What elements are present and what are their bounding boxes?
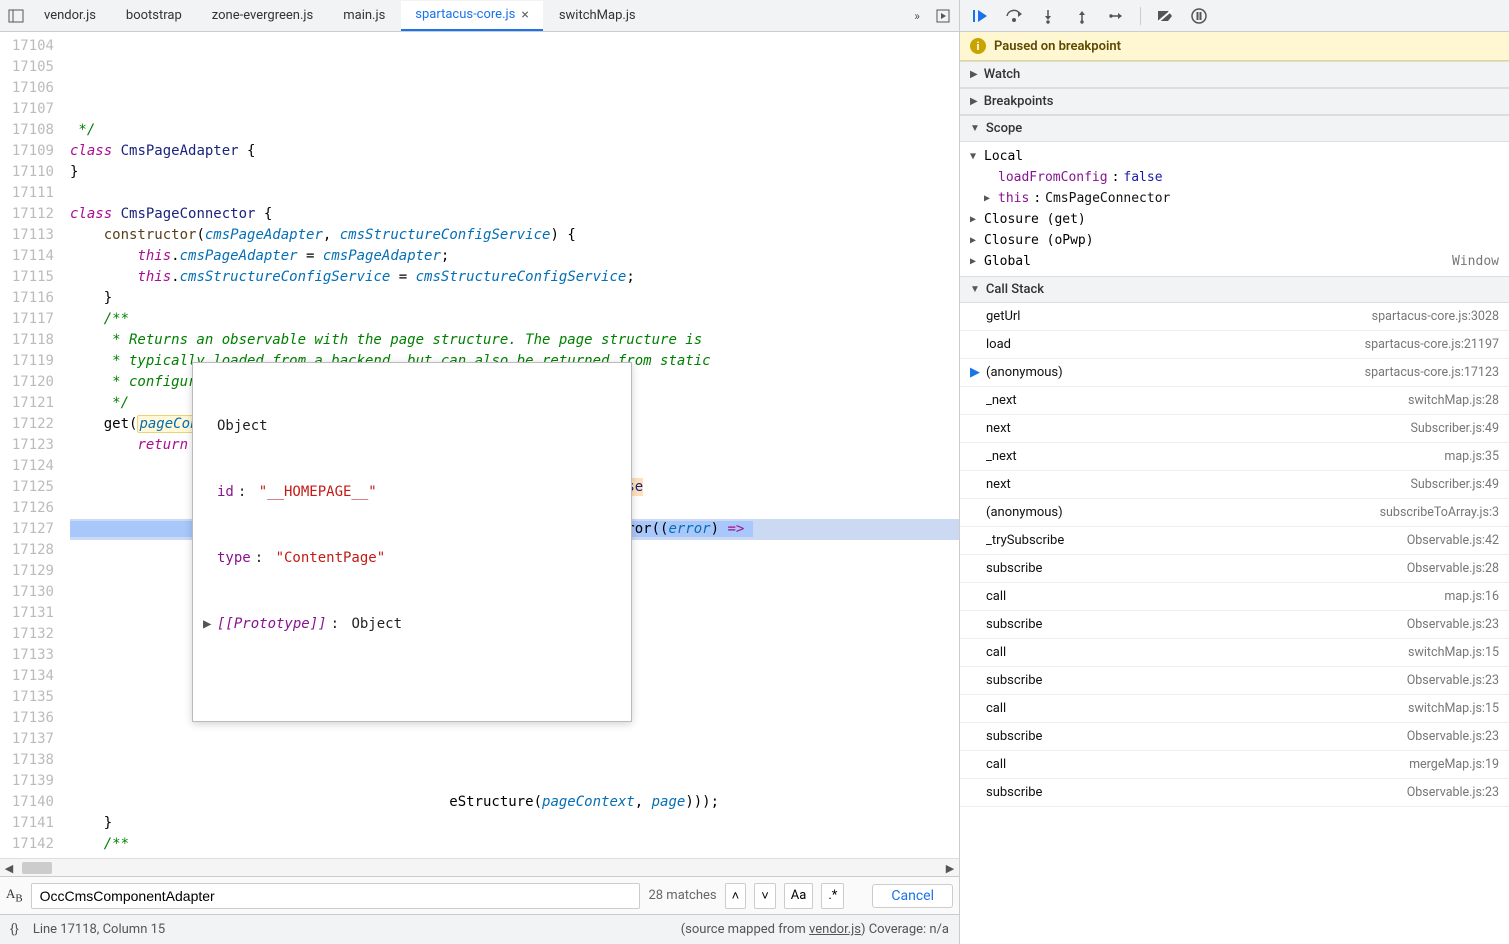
debugger-toolbar xyxy=(960,0,1509,32)
value-tooltip[interactable]: Object id: "__HOMEPAGE__" type: "Content… xyxy=(192,362,632,722)
tooltip-value: "__HOMEPAGE__" xyxy=(259,481,377,503)
tooltip-value: Object xyxy=(351,613,402,635)
step-into-icon[interactable] xyxy=(1038,6,1058,26)
resume-icon[interactable] xyxy=(970,6,990,26)
debugger-panel: i Paused on breakpoint ▶Watch ▶Breakpoin… xyxy=(960,0,1509,944)
section-callstack[interactable]: ▼Call Stack xyxy=(960,276,1509,303)
source-map-info: (source mapped from vendor.js) Coverage:… xyxy=(681,922,949,937)
match-count: 28 matches xyxy=(648,888,716,903)
scroll-thumb[interactable] xyxy=(22,862,52,874)
code-editor[interactable]: 1710417105171061710717108171091711017111… xyxy=(0,32,959,858)
code-content[interactable]: */class CmsPageAdapter {} class CmsPageC… xyxy=(62,32,959,858)
callstack-frame[interactable]: _nextmap.js:35 xyxy=(960,443,1509,471)
callstack-frame[interactable]: ▶(anonymous)spartacus-core.js:17123 xyxy=(960,359,1509,387)
scope-var[interactable]: loadFromConfig: false xyxy=(960,167,1509,188)
tab-label: switchMap.js xyxy=(559,8,636,23)
source-panel: vendor.js bootstrap zone-evergreen.js ma… xyxy=(0,0,960,944)
callstack-frame[interactable]: callmergeMap.js:19 xyxy=(960,751,1509,779)
tab-vendor-js[interactable]: vendor.js xyxy=(30,2,110,29)
callstack-frame[interactable]: _trySubscribeObservable.js:42 xyxy=(960,527,1509,555)
callstack-frame[interactable]: loadspartacus-core.js:21197 xyxy=(960,331,1509,359)
find-bar: AB 28 matches ˄ ˅ Aa .* Cancel xyxy=(0,876,959,914)
callstack-frame[interactable]: callswitchMap.js:15 xyxy=(960,695,1509,723)
scope-local[interactable]: ▼Local xyxy=(960,146,1509,167)
navigator-toggle-icon[interactable] xyxy=(4,4,28,28)
callstack-frame[interactable]: (anonymous)subscribeToArray.js:3 xyxy=(960,499,1509,527)
tab-label: spartacus-core.js xyxy=(415,7,515,22)
close-icon[interactable]: × xyxy=(521,7,528,23)
callstack-frame[interactable]: subscribeObservable.js:23 xyxy=(960,779,1509,807)
scope-closure[interactable]: ▶Closure (get) xyxy=(960,209,1509,230)
tabs-overflow-icon[interactable]: » xyxy=(905,4,929,28)
scroll-right-icon[interactable]: ▶ xyxy=(943,861,957,875)
paused-text: Paused on breakpoint xyxy=(994,39,1121,54)
scope-var[interactable]: ▶this: CmsPageConnector xyxy=(960,188,1509,209)
tooltip-key: type xyxy=(217,547,251,569)
step-out-icon[interactable] xyxy=(1072,6,1092,26)
section-scope[interactable]: ▼Scope xyxy=(960,115,1509,142)
source-map-link[interactable]: vendor.js xyxy=(809,922,861,937)
step-icon[interactable] xyxy=(1106,6,1126,26)
callstack-frame[interactable]: subscribeObservable.js:28 xyxy=(960,555,1509,583)
search-input[interactable] xyxy=(31,883,641,909)
callstack-body: getUrlspartacus-core.js:3028loadspartacu… xyxy=(960,303,1509,807)
line-number-gutter[interactable]: 1710417105171061710717108171091711017111… xyxy=(0,32,62,858)
section-breakpoints[interactable]: ▶Breakpoints xyxy=(960,88,1509,115)
scope-closure[interactable]: ▶Closure (oPwp) xyxy=(960,230,1509,251)
match-case-button[interactable]: Aa xyxy=(784,883,814,909)
callstack-frame[interactable]: getUrlspartacus-core.js:3028 xyxy=(960,303,1509,331)
tooltip-key: id xyxy=(217,481,234,503)
pause-on-exceptions-icon[interactable] xyxy=(1189,6,1209,26)
section-watch[interactable]: ▶Watch xyxy=(960,61,1509,88)
info-icon: i xyxy=(970,38,986,54)
tabs-menu-icon[interactable] xyxy=(931,4,955,28)
cursor-location: Line 17118, Column 15 xyxy=(33,922,165,937)
tab-label: main.js xyxy=(343,8,385,23)
tab-bootstrap[interactable]: bootstrap xyxy=(112,2,196,29)
callstack-frame[interactable]: nextSubscriber.js:49 xyxy=(960,471,1509,499)
step-over-icon[interactable] xyxy=(1004,6,1024,26)
callstack-frame[interactable]: callmap.js:16 xyxy=(960,583,1509,611)
pretty-print-icon[interactable]: {} xyxy=(10,922,19,937)
tooltip-title: Object xyxy=(217,415,268,437)
status-bar: {} Line 17118, Column 15 (source mapped … xyxy=(0,914,959,944)
tab-label: bootstrap xyxy=(126,8,182,23)
paused-banner: i Paused on breakpoint xyxy=(960,32,1509,61)
callstack-frame[interactable]: subscribeObservable.js:23 xyxy=(960,667,1509,695)
horizontal-scrollbar[interactable]: ◀ ▶ xyxy=(0,858,959,876)
tooltip-value: "ContentPage" xyxy=(276,547,386,569)
tab-label: vendor.js xyxy=(44,8,96,23)
tooltip-key[interactable]: [[Prototype]] xyxy=(217,613,327,635)
scope-global[interactable]: ▶Global Window xyxy=(960,251,1509,272)
tab-bar: vendor.js bootstrap zone-evergreen.js ma… xyxy=(0,0,959,32)
find-mode-icon[interactable]: AB xyxy=(6,886,23,905)
scope-body: ▼Local loadFromConfig: false ▶this: CmsP… xyxy=(960,142,1509,276)
prev-match-button[interactable]: ˄ xyxy=(725,883,747,909)
tab-spartacus-core[interactable]: spartacus-core.js × xyxy=(401,1,543,31)
callstack-frame[interactable]: callswitchMap.js:15 xyxy=(960,639,1509,667)
tab-zone-evergreen[interactable]: zone-evergreen.js xyxy=(198,2,327,29)
deactivate-breakpoints-icon[interactable] xyxy=(1155,6,1175,26)
cancel-button[interactable]: Cancel xyxy=(872,884,953,908)
callstack-frame[interactable]: _nextswitchMap.js:28 xyxy=(960,387,1509,415)
next-match-button[interactable]: ˅ xyxy=(754,883,776,909)
tab-switchmap[interactable]: switchMap.js xyxy=(545,2,650,29)
callstack-frame[interactable]: nextSubscriber.js:49 xyxy=(960,415,1509,443)
tab-label: zone-evergreen.js xyxy=(212,8,313,23)
scroll-left-icon[interactable]: ◀ xyxy=(2,861,16,875)
callstack-frame[interactable]: subscribeObservable.js:23 xyxy=(960,611,1509,639)
tab-main-js[interactable]: main.js xyxy=(329,2,399,29)
regex-button[interactable]: .* xyxy=(821,883,844,909)
callstack-frame[interactable]: subscribeObservable.js:23 xyxy=(960,723,1509,751)
